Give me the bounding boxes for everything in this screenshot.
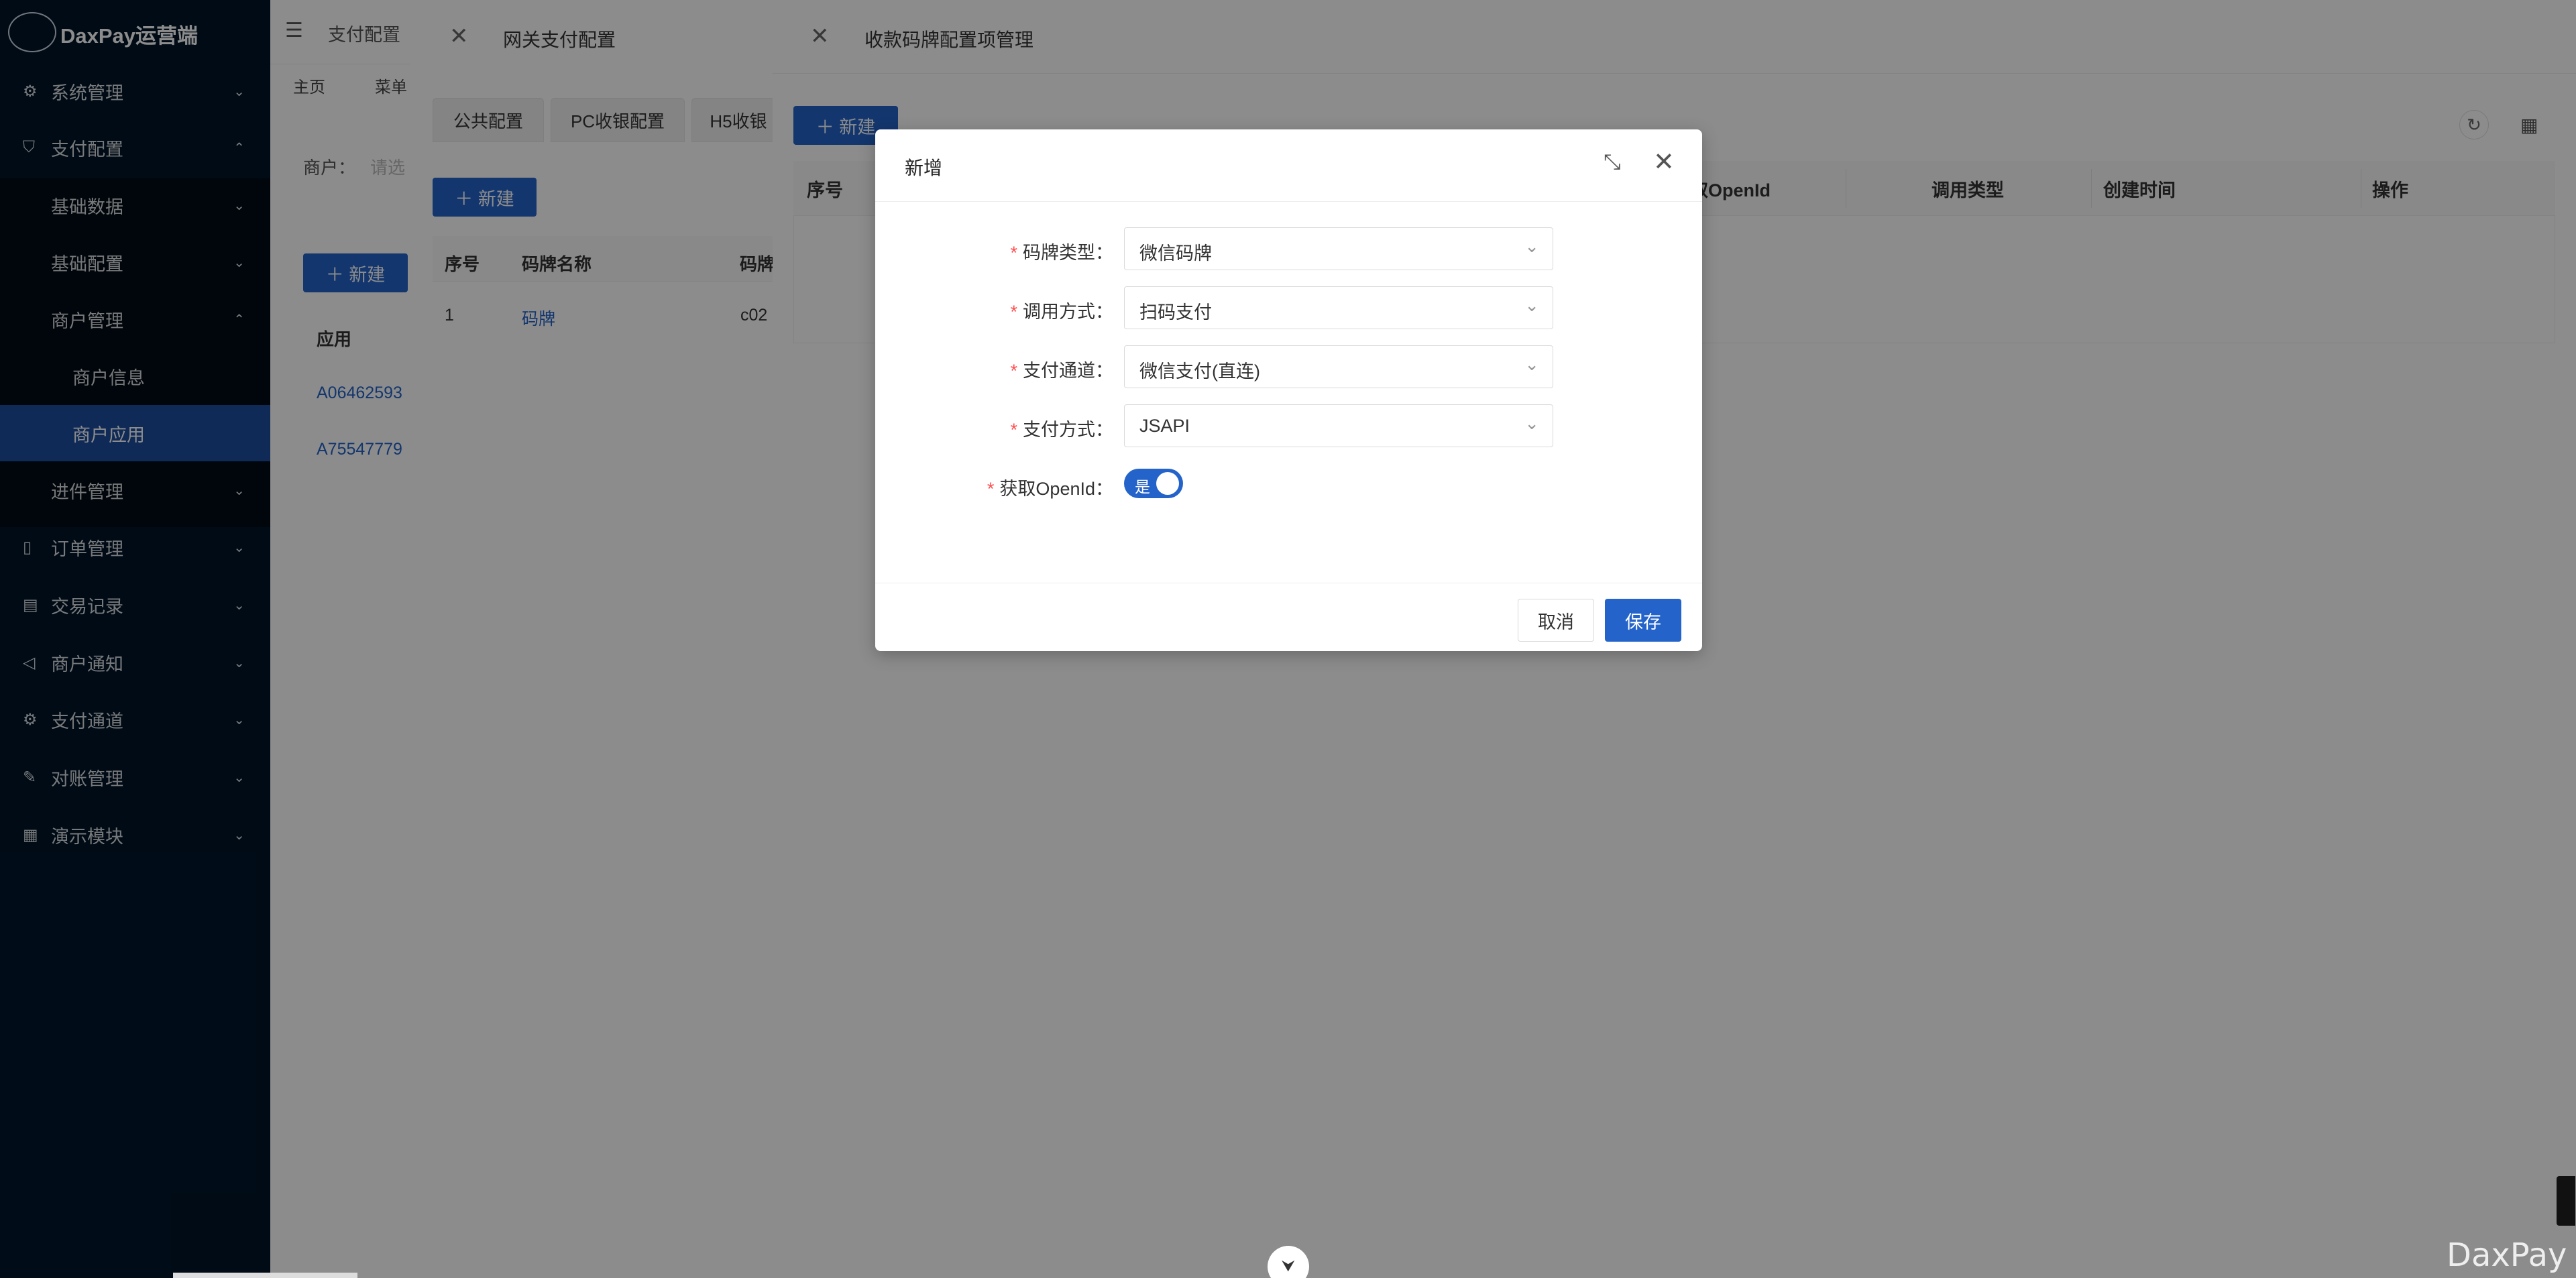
label-text: 获取OpenId	[999, 479, 1095, 499]
save-button[interactable]: 保存	[1605, 599, 1681, 642]
label-text: 码牌类型	[1023, 243, 1095, 263]
openid-switch[interactable]: 是	[1124, 469, 1183, 498]
pay-method-select[interactable]: JSAPI ⌄	[1124, 404, 1553, 447]
cancel-button[interactable]: 取消	[1518, 599, 1594, 642]
chevron-down-icon: ⌄	[1524, 354, 1539, 374]
label-text: 调用方式	[1023, 302, 1095, 322]
label-text: 支付方式	[1023, 420, 1095, 440]
form-row-get-openid: * 获取OpenId： 是	[875, 463, 1702, 506]
form-row-pay-method: * 支付方式： JSAPI ⌄	[875, 404, 1702, 447]
close-icon[interactable]: ✕	[1653, 147, 1675, 177]
chevron-down-icon: ⌄	[1524, 295, 1539, 315]
form-row-qr-type: * 码牌类型： 微信码牌 ⌄	[875, 227, 1702, 270]
switch-knob	[1156, 472, 1179, 495]
select-value: 扫码支付	[1139, 302, 1212, 323]
qr-type-select[interactable]: 微信码牌 ⌄	[1124, 227, 1553, 270]
form-label: * 支付通道：	[1010, 361, 1113, 381]
form-label: * 码牌类型：	[1010, 243, 1113, 263]
watermark: DaxPay	[2447, 1236, 2567, 1274]
fullscreen-icon[interactable]: ⤡	[1604, 150, 1621, 175]
pay-channel-select[interactable]: 微信支付(直连) ⌄	[1124, 345, 1553, 388]
form-label: * 获取OpenId：	[987, 479, 1113, 499]
chevron-down-icon: ⌄	[1524, 413, 1539, 433]
select-value: 微信支付(直连)	[1139, 361, 1260, 382]
modal-header: 新增 ⤡ ✕	[875, 129, 1702, 202]
label-text: 支付通道	[1023, 361, 1095, 381]
modal-title: 新增	[905, 158, 943, 178]
form-row-pay-channel: * 支付通道： 微信支付(直连) ⌄	[875, 345, 1702, 388]
chevron-down-icon: ⌄	[1524, 236, 1539, 256]
call-method-select[interactable]: 扫码支付 ⌄	[1124, 286, 1553, 329]
bottom-bar	[173, 1273, 357, 1278]
side-handle[interactable]	[2557, 1176, 2575, 1226]
switch-text: 是	[1135, 478, 1150, 496]
select-value: JSAPI	[1139, 416, 1190, 436]
add-modal: 新增 ⤡ ✕ * 码牌类型： 微信码牌 ⌄ * 调用方式： 扫码支付 ⌄ * 支付通道…	[875, 129, 1702, 651]
form-label: * 调用方式：	[1010, 302, 1113, 322]
form-label: * 支付方式：	[1010, 420, 1113, 440]
form-row-call-method: * 调用方式： 扫码支付 ⌄	[875, 286, 1702, 329]
select-value: 微信码牌	[1139, 243, 1212, 264]
